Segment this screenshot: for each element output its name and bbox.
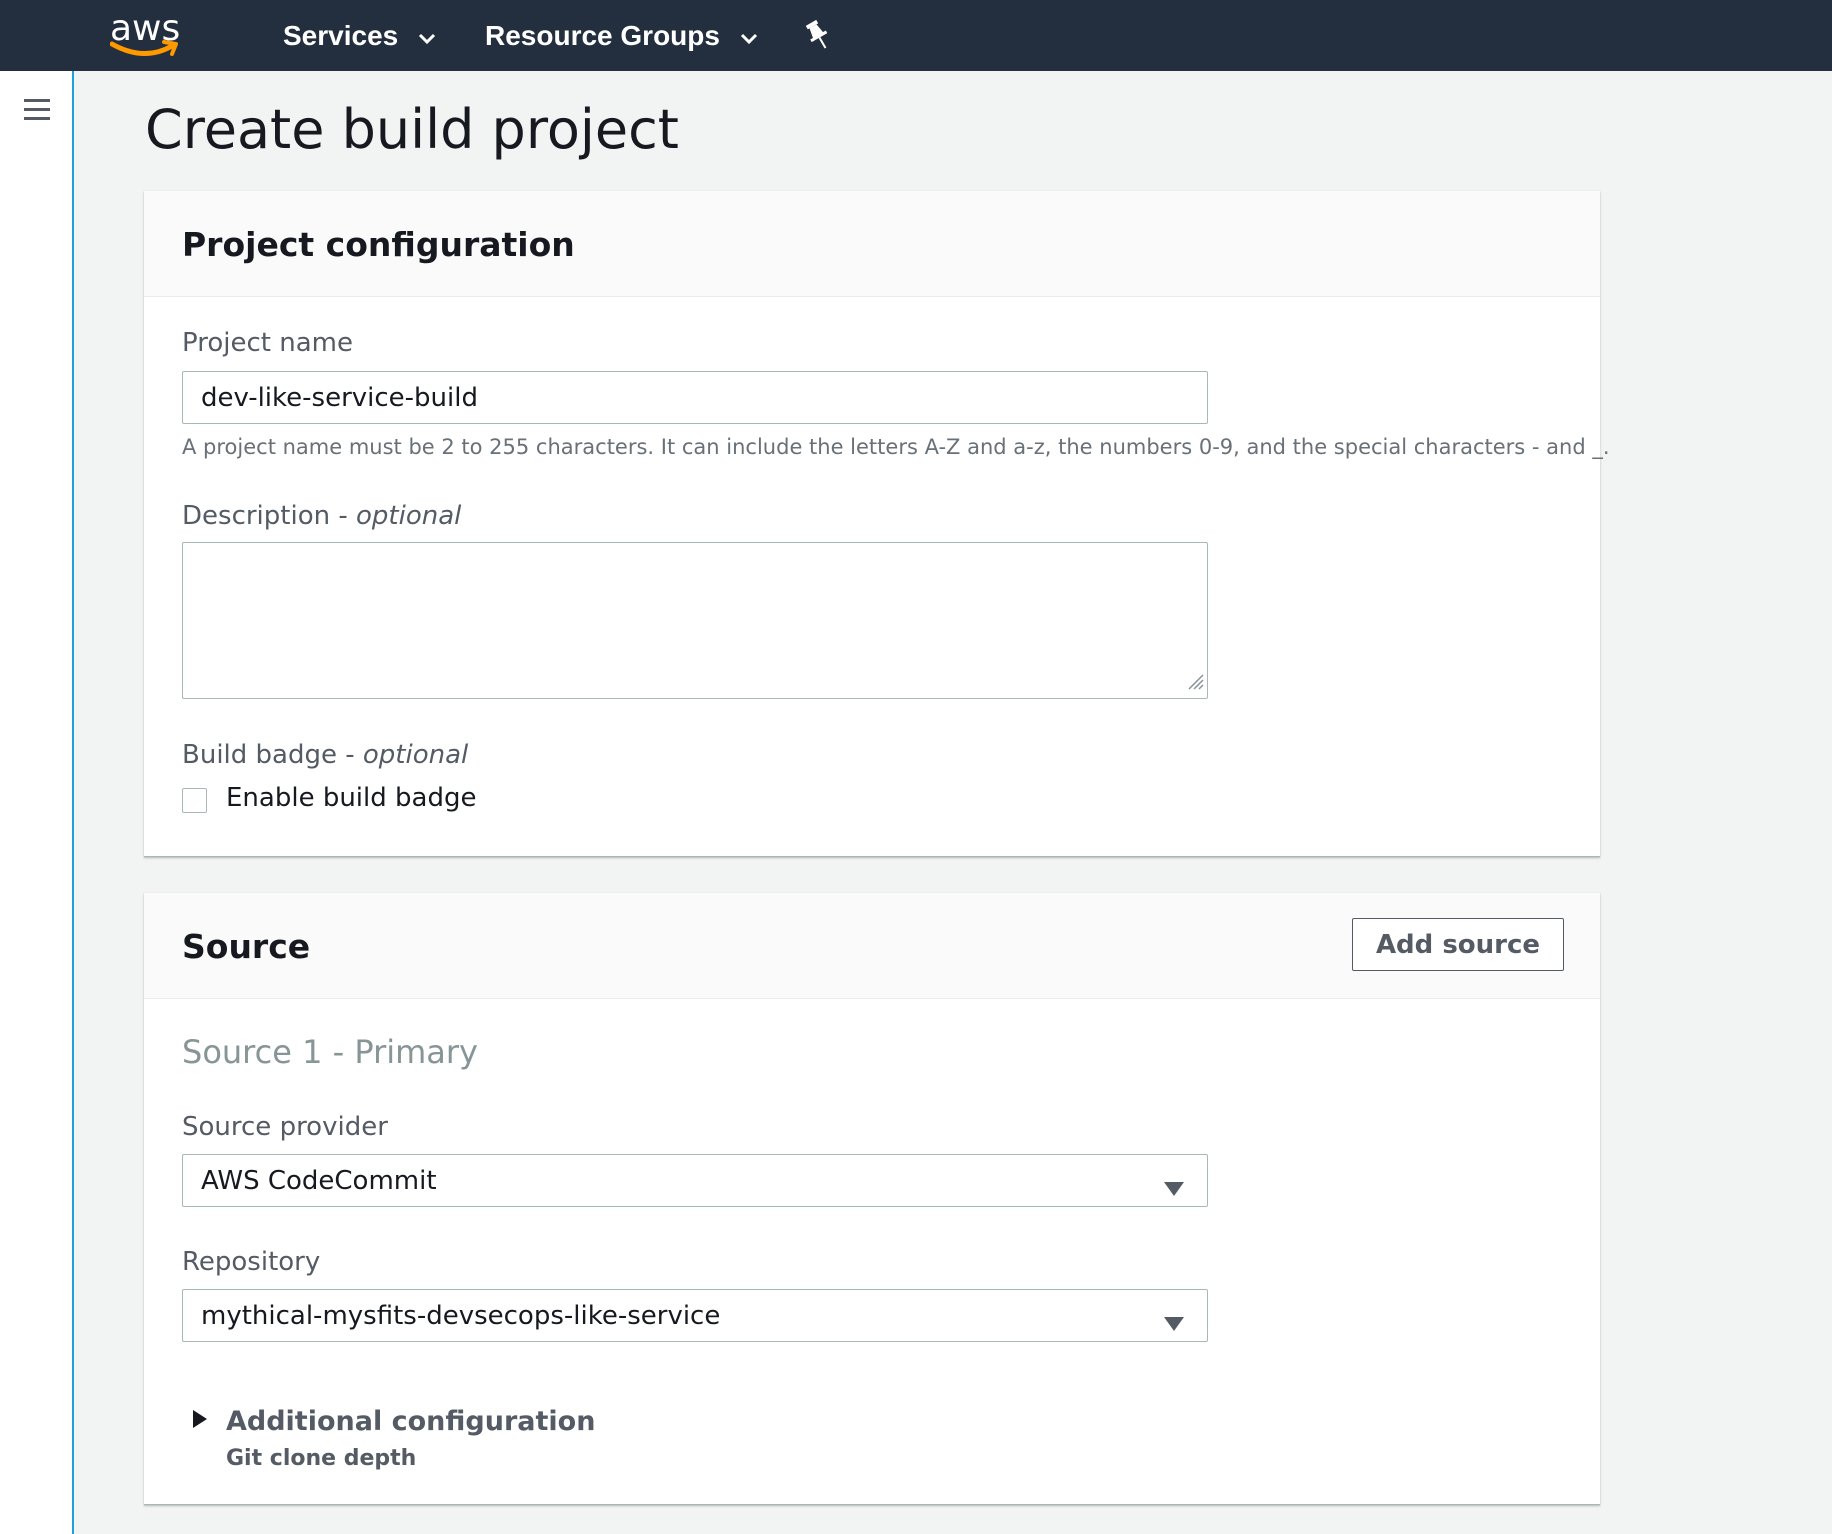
enable-build-badge-checkbox[interactable] xyxy=(182,788,207,813)
description-textarea[interactable] xyxy=(182,542,1208,699)
repository-value: mythical-mysfits-devsecops-like-service xyxy=(201,1300,721,1331)
project-name-label: Project name xyxy=(182,328,353,358)
chevron-down-icon xyxy=(418,20,436,52)
caret-down-icon xyxy=(1163,1174,1185,1204)
aws-logo[interactable]: aws xyxy=(110,8,190,58)
panel-title: Project configuration xyxy=(182,225,575,264)
description-label: Description - optional xyxy=(182,501,461,531)
source-provider-value: AWS CodeCommit xyxy=(201,1165,437,1196)
repository-label: Repository xyxy=(182,1247,321,1277)
pushpin-icon[interactable] xyxy=(803,18,833,57)
amazon-smile-icon xyxy=(110,40,178,57)
services-menu[interactable]: Services xyxy=(283,0,436,71)
services-label: Services xyxy=(283,19,399,51)
additional-configuration-toggle[interactable]: Additional configuration xyxy=(192,1406,595,1437)
project-name-hint: A project name must be 2 to 255 characte… xyxy=(182,435,1610,459)
build-badge-label: Build badge - optional xyxy=(182,740,468,770)
project-name-value: dev-like-service-build xyxy=(201,382,478,413)
resource-groups-menu[interactable]: Resource Groups xyxy=(485,0,758,71)
optional-tag: optional xyxy=(356,501,462,531)
hamburger-menu-icon[interactable] xyxy=(22,97,52,128)
panel-header: Project configuration xyxy=(144,191,1600,297)
panel-header: Source Add source xyxy=(144,893,1600,999)
project-configuration-panel: Project configuration Project name dev-l… xyxy=(144,191,1610,857)
resource-groups-label: Resource Groups xyxy=(485,19,720,51)
project-name-input[interactable]: dev-like-service-build xyxy=(182,371,1208,424)
source-provider-label: Source provider xyxy=(182,1112,388,1142)
source-provider-select[interactable]: AWS CodeCommit xyxy=(182,1154,1208,1207)
source-panel: Source Add source Source 1 - Primary Sou… xyxy=(144,893,1600,1505)
panel-title: Source xyxy=(182,927,311,966)
enable-build-badge-label[interactable]: Enable build badge xyxy=(226,783,476,813)
additional-configuration-description: Git clone depth xyxy=(226,1446,417,1471)
resize-grip-icon[interactable] xyxy=(1185,671,1205,696)
source-primary-title: Source 1 - Primary xyxy=(182,1033,478,1071)
additional-configuration-label: Additional configuration xyxy=(226,1406,596,1437)
description-label-text: Description - xyxy=(182,501,356,531)
caret-right-icon xyxy=(192,1409,208,1434)
add-source-button[interactable]: Add source xyxy=(1352,918,1564,971)
page-title: Create build project xyxy=(145,98,679,161)
top-navigation-bar: aws Services Resource Groups xyxy=(0,0,1832,71)
build-badge-label-text: Build badge - xyxy=(182,740,363,770)
side-navigation xyxy=(0,71,74,1534)
chevron-down-icon xyxy=(740,20,758,52)
caret-down-icon xyxy=(1163,1309,1185,1339)
optional-tag: optional xyxy=(362,740,469,770)
repository-select[interactable]: mythical-mysfits-devsecops-like-service xyxy=(182,1289,1208,1342)
